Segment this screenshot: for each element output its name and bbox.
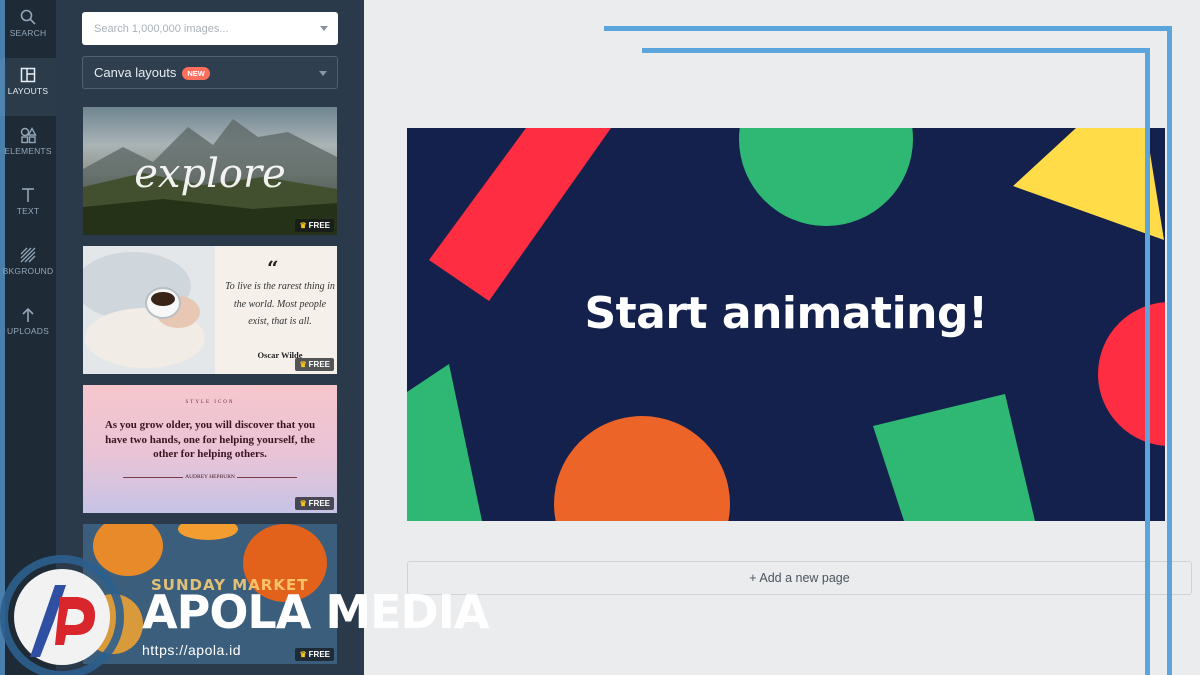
upload-icon bbox=[22, 307, 34, 322]
crown-icon: ♛ bbox=[299, 360, 307, 369]
free-badge: ♛ FREE bbox=[295, 648, 334, 661]
sidebar-item-label: BKGROUND bbox=[2, 266, 54, 276]
orange-slice bbox=[178, 524, 238, 540]
template-author: AUDREY HEPBURN bbox=[185, 474, 235, 480]
template-oscar-wilde-quote[interactable]: “ To live is the rarest thing in the wor… bbox=[83, 246, 337, 374]
divider bbox=[237, 477, 297, 478]
canvas-headline[interactable]: Start animating! bbox=[407, 288, 1165, 339]
free-badge: ♛ FREE bbox=[295, 497, 334, 510]
background-icon bbox=[20, 247, 36, 263]
template-explore[interactable]: explore ♛ FREE bbox=[83, 107, 337, 235]
sidebar-item-background[interactable]: BKGROUND bbox=[0, 238, 56, 296]
crown-icon: ♛ bbox=[299, 221, 307, 230]
search-icon bbox=[20, 9, 36, 25]
new-badge: NEW bbox=[182, 67, 210, 80]
sidebar-item-layouts[interactable]: LAYOUTS bbox=[0, 58, 56, 116]
template-kicker: STYLE ICON bbox=[185, 400, 235, 405]
frame-line bbox=[1167, 26, 1172, 675]
green-triangle-shape bbox=[407, 364, 482, 521]
image-search[interactable] bbox=[82, 12, 338, 45]
sidebar-item-label: TEXT bbox=[16, 206, 40, 216]
sidebar-item-elements[interactable]: ELEMENTS bbox=[0, 118, 56, 176]
free-badge: ♛ FREE bbox=[295, 219, 334, 232]
frame-line bbox=[604, 26, 1172, 31]
sidebar-item-label: SEARCH bbox=[9, 28, 47, 38]
elements-icon bbox=[20, 127, 37, 144]
add-new-page-button[interactable]: + Add a new page bbox=[407, 561, 1192, 595]
sidebar-item-label: ELEMENTS bbox=[4, 146, 52, 156]
layouts-icon bbox=[20, 67, 36, 83]
sidebar-item-label: LAYOUTS bbox=[7, 86, 49, 96]
design-canvas[interactable]: Start animating! bbox=[407, 128, 1165, 521]
sidebar-item-text[interactable]: TEXT bbox=[0, 178, 56, 236]
template-title: explore bbox=[134, 151, 286, 197]
green-circle-shape bbox=[739, 128, 913, 226]
apola-logo bbox=[0, 555, 124, 675]
sidebar-item-label: UPLOADS bbox=[6, 326, 50, 336]
text-icon bbox=[22, 188, 34, 202]
template-quote: To live is the rarest thing in the world… bbox=[225, 281, 335, 327]
chevron-down-icon bbox=[319, 71, 327, 76]
watermark-brand: APOLA MEDIA bbox=[142, 585, 489, 639]
free-badge: ♛ FREE bbox=[295, 358, 334, 371]
layout-category-select[interactable]: Canva layouts NEW bbox=[82, 56, 338, 89]
sidebar-item-uploads[interactable]: UPLOADS bbox=[0, 298, 56, 356]
yellow-triangle-shape bbox=[1013, 128, 1164, 240]
green-square-shape bbox=[873, 394, 1035, 521]
sidebar-item-search[interactable]: SEARCH bbox=[0, 0, 56, 58]
template-quote: As you grow older, you will discover tha… bbox=[104, 419, 316, 460]
watermark-url: https://apola.id bbox=[142, 642, 242, 658]
chevron-down-icon[interactable] bbox=[320, 26, 328, 31]
quote-mark: “ bbox=[267, 256, 279, 280]
crown-icon: ♛ bbox=[299, 650, 307, 659]
red-rectangle-shape bbox=[429, 128, 611, 301]
template-audrey-hepburn-quote[interactable]: STYLE ICON As you grow older, you will d… bbox=[83, 385, 337, 513]
crown-icon: ♛ bbox=[299, 499, 307, 508]
coffee-photo bbox=[83, 246, 215, 374]
search-input[interactable] bbox=[82, 12, 302, 45]
frame-line bbox=[642, 48, 1150, 53]
layout-category-label: Canva layouts bbox=[94, 65, 177, 80]
orange-circle-shape bbox=[554, 416, 730, 521]
frame-line bbox=[1145, 48, 1150, 675]
